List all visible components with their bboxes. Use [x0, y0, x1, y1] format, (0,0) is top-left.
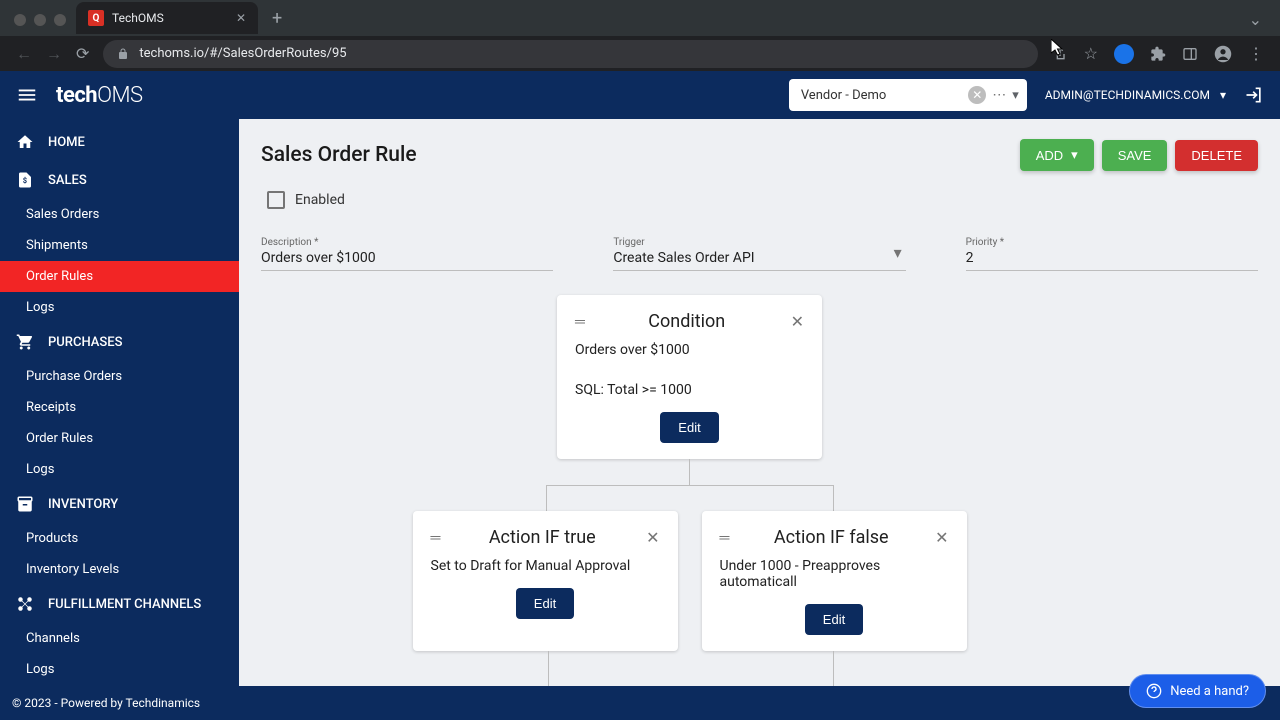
logout-icon[interactable] — [1244, 85, 1264, 105]
nav-home[interactable]: HOME — [0, 123, 239, 161]
close-window[interactable] — [14, 14, 26, 26]
close-tab-icon[interactable]: ✕ — [236, 11, 246, 25]
action-true-card: ═ Action IF true ✕ Set to Draft for Manu… — [413, 511, 678, 651]
extensions-menu-icon[interactable] — [1150, 46, 1166, 62]
action-true-title: Action IF true — [489, 527, 596, 548]
tenant-selector[interactable]: Vendor - Demo ✕ ⋯ ▾ — [789, 79, 1027, 111]
browser-tab[interactable]: Q TechOMS ✕ — [76, 2, 258, 34]
app-logo: techOMS — [56, 83, 143, 108]
footer: © 2023 - Powered by Techdinamics — [0, 686, 1280, 720]
nav-shipments[interactable]: Shipments — [0, 230, 239, 261]
trigger-field[interactable]: Trigger Create Sales Order API ▾ — [613, 237, 905, 271]
url-text: techoms.io/#/SalesOrderRoutes/95 — [139, 46, 346, 61]
kebab-menu-icon[interactable]: ⋮ — [1248, 44, 1264, 63]
profile-icon[interactable] — [1214, 45, 1232, 63]
action-false-text: Under 1000 - Preapproves automaticall — [720, 558, 949, 590]
lock-icon — [117, 48, 129, 60]
extension-icon[interactable] — [1114, 44, 1134, 64]
edit-condition-button[interactable]: Edit — [660, 412, 718, 443]
condition-card: ═ Condition ✕ Orders over $1000 SQL: Tot… — [557, 295, 822, 459]
document-icon: $ — [16, 171, 34, 189]
close-icon[interactable]: ✕ — [646, 528, 659, 547]
edit-action-true-button[interactable]: Edit — [516, 588, 574, 619]
drag-icon[interactable]: ═ — [720, 529, 728, 546]
browser-chrome: Q TechOMS ✕ + ⌄ ← → ⟳ techoms.io/#/Sales… — [0, 0, 1280, 71]
network-icon — [16, 595, 34, 613]
sidebar: HOME $ SALES Sales Orders Shipments Orde… — [0, 119, 239, 720]
drag-icon[interactable]: ═ — [431, 529, 439, 546]
description-field[interactable]: Description * Orders over $1000 — [261, 237, 553, 271]
help-icon — [1146, 683, 1162, 699]
nav-sales[interactable]: $ SALES — [0, 161, 239, 199]
nav-inventory[interactable]: INVENTORY — [0, 485, 239, 523]
nav-products[interactable]: Products — [0, 523, 239, 554]
chevron-down-icon: ▾ — [1220, 88, 1226, 102]
help-widget[interactable]: Need a hand? — [1129, 674, 1266, 708]
address-bar[interactable]: techoms.io/#/SalesOrderRoutes/95 — [103, 40, 1037, 68]
nav-order-rules[interactable]: Order Rules — [0, 261, 239, 292]
tenant-name: Vendor - Demo — [801, 88, 962, 103]
chevron-down-icon[interactable]: ▾ — [1012, 88, 1019, 103]
action-false-card: ═ Action IF false ✕ Under 1000 - Preappr… — [702, 511, 967, 651]
delete-button[interactable]: Delete — [1175, 140, 1258, 171]
home-icon — [16, 133, 34, 151]
close-icon[interactable]: ✕ — [935, 528, 948, 547]
maximize-window[interactable] — [54, 14, 66, 26]
condition-title: Condition — [648, 311, 725, 332]
condition-desc: Orders over $1000 — [575, 342, 804, 358]
forward-icon[interactable]: → — [46, 44, 62, 64]
inventory-icon — [16, 495, 34, 513]
app-header: techOMS Vendor - Demo ✕ ⋯ ▾ ADMIN@TECHDI… — [0, 71, 1280, 119]
tab-title: TechOMS — [112, 11, 228, 25]
nav-channels[interactable]: Channels — [0, 623, 239, 654]
nav-purchases[interactable]: PURCHASES — [0, 323, 239, 361]
star-icon[interactable]: ☆ — [1084, 44, 1098, 63]
window-controls — [14, 14, 66, 26]
user-email: ADMIN@TECHDINAMICS.COM — [1045, 88, 1210, 102]
nav-purchase-orders[interactable]: Purchase Orders — [0, 361, 239, 392]
chevron-down-icon[interactable]: ▾ — [894, 243, 902, 262]
nav-receipts[interactable]: Receipts — [0, 392, 239, 423]
add-button[interactable]: Add▾ — [1020, 139, 1094, 171]
new-tab-button[interactable]: + — [272, 8, 282, 29]
action-true-text: Set to Draft for Manual Approval — [431, 558, 660, 574]
share-icon[interactable] — [1052, 46, 1068, 62]
cart-icon — [16, 333, 34, 351]
nav-fulfillment-logs[interactable]: Logs — [0, 654, 239, 685]
clear-tenant-icon[interactable]: ✕ — [968, 86, 986, 104]
main-content: Sales Order Rule Add▾ Save Delete Enable… — [239, 119, 1280, 720]
priority-field[interactable]: Priority * 2 — [966, 237, 1258, 271]
nav-sales-orders[interactable]: Sales Orders — [0, 199, 239, 230]
favicon: Q — [88, 10, 104, 26]
svg-text:$: $ — [23, 176, 27, 185]
nav-fulfillment[interactable]: FULFILLMENT CHANNELS — [0, 585, 239, 623]
enabled-label: Enabled — [295, 192, 345, 208]
reload-icon[interactable]: ⟳ — [76, 44, 89, 63]
hamburger-icon[interactable] — [16, 84, 38, 106]
nav-purchase-order-rules[interactable]: Order Rules — [0, 423, 239, 454]
tab-overflow-icon[interactable]: ⌄ — [1249, 10, 1262, 29]
sidepanel-icon[interactable] — [1182, 46, 1198, 62]
nav-inventory-levels[interactable]: Inventory Levels — [0, 554, 239, 585]
enabled-checkbox[interactable] — [267, 191, 285, 209]
user-menu[interactable]: ADMIN@TECHDINAMICS.COM ▾ — [1045, 88, 1226, 102]
save-button[interactable]: Save — [1102, 140, 1168, 171]
back-icon[interactable]: ← — [16, 44, 32, 64]
page-title: Sales Order Rule — [261, 143, 1020, 167]
nav-sales-logs[interactable]: Logs — [0, 292, 239, 323]
tenant-more-icon[interactable]: ⋯ — [992, 87, 1006, 103]
action-false-title: Action IF false — [774, 527, 889, 548]
drag-icon[interactable]: ═ — [575, 313, 583, 330]
nav-purchase-logs[interactable]: Logs — [0, 454, 239, 485]
edit-action-false-button[interactable]: Edit — [805, 604, 863, 635]
close-icon[interactable]: ✕ — [791, 312, 804, 331]
minimize-window[interactable] — [34, 14, 46, 26]
condition-sql: SQL: Total >= 1000 — [575, 382, 804, 398]
chevron-down-icon: ▾ — [1071, 147, 1078, 163]
